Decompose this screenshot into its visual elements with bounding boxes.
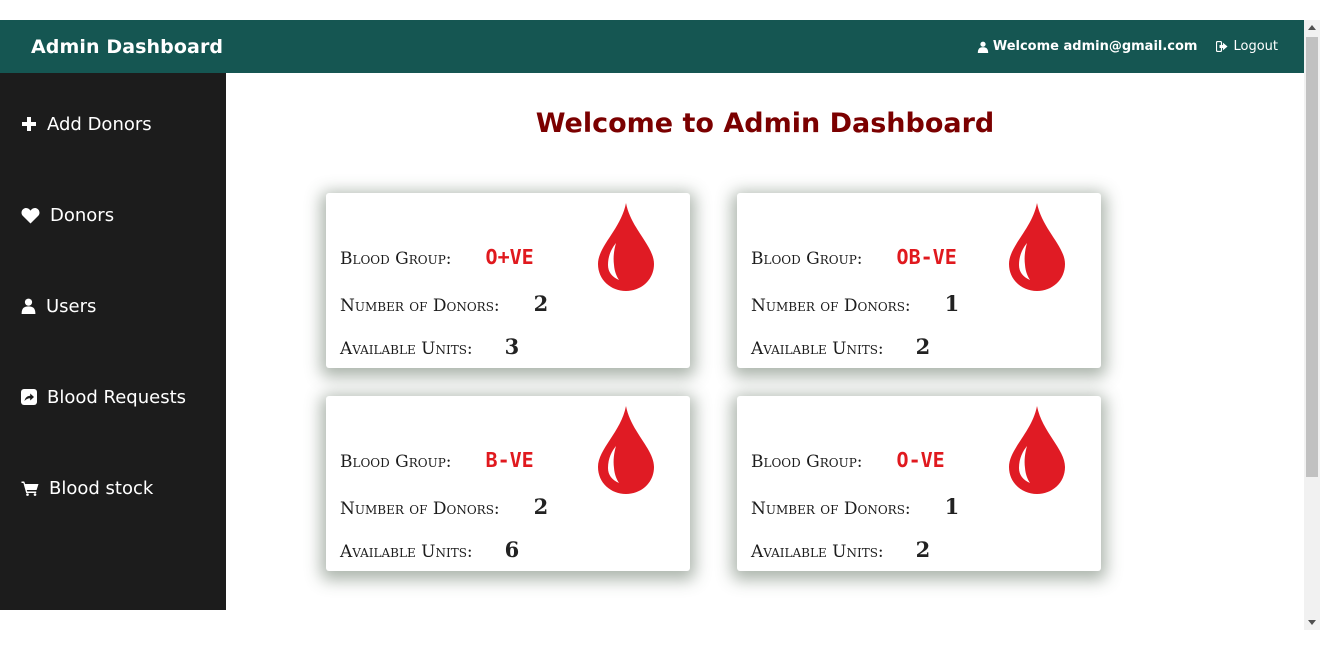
sidebar-item-blood-requests[interactable]: Blood Requests: [21, 382, 186, 412]
blood-drop-icon: [598, 203, 654, 291]
logout-label: Logout: [1233, 39, 1278, 54]
sidebar-item-add-donors[interactable]: Add Donors: [21, 109, 152, 139]
donors-row: Number of Donors: 2: [340, 291, 548, 316]
units-label: Available Units:: [751, 542, 884, 562]
blood-group-label: Blood Group:: [340, 452, 452, 472]
units-value: 3: [504, 334, 520, 359]
donors-row: Number of Donors: 1: [751, 291, 959, 316]
donors-label: Number of Donors:: [340, 296, 500, 316]
donors-label: Number of Donors:: [751, 296, 911, 316]
units-row: Available Units: 6: [340, 537, 519, 562]
sidebar-item-label: Blood stock: [49, 477, 154, 499]
units-value: 2: [915, 537, 931, 562]
blood-drop-icon: [1009, 203, 1065, 291]
blood-group-value: B-VE: [485, 448, 534, 472]
sidebar-item-label: Users: [46, 295, 97, 317]
scroll-down-arrow-icon[interactable]: [1308, 620, 1316, 625]
sidebar-item-label: Add Donors: [47, 113, 152, 135]
blood-drop-icon: [1009, 406, 1065, 494]
share-square-icon: [21, 389, 37, 405]
sidebar-item-label: Donors: [50, 204, 115, 226]
units-label: Available Units:: [340, 339, 473, 359]
blood-group-row: Blood Group: OB-VE: [751, 245, 957, 269]
heart-icon: [21, 207, 40, 223]
welcome-user[interactable]: Welcome admin@gmail.com: [977, 39, 1198, 54]
brand-title: Admin Dashboard: [31, 35, 224, 58]
donors-label: Number of Donors:: [751, 499, 911, 519]
top-navbar: Admin Dashboard Welcome admin@gmail.com …: [0, 20, 1304, 73]
sidebar-item-label: Blood Requests: [47, 386, 187, 408]
units-row: Available Units: 2: [751, 334, 930, 359]
blood-group-value: O+VE: [485, 245, 534, 269]
navbar-right: Welcome admin@gmail.com Logout: [977, 39, 1278, 54]
blood-drop-icon: [598, 406, 654, 494]
blood-group-card: Blood Group: O+VE Number of Donors: 2 Av…: [326, 193, 690, 368]
donors-value: 1: [944, 291, 960, 316]
units-value: 6: [504, 537, 520, 562]
scroll-thumb[interactable]: [1306, 37, 1318, 477]
blood-group-row: Blood Group: O-VE: [751, 448, 945, 472]
blood-group-card: Blood Group: B-VE Number of Donors: 2 Av…: [326, 396, 690, 571]
donors-row: Number of Donors: 2: [340, 494, 548, 519]
sidebar-item-donors[interactable]: Donors: [21, 200, 114, 230]
blood-group-value: O-VE: [896, 448, 945, 472]
blood-group-card: Blood Group: OB-VE Number of Donors: 1 A…: [737, 193, 1101, 368]
donors-label: Number of Donors:: [340, 499, 500, 519]
units-row: Available Units: 3: [340, 334, 519, 359]
donors-value: 2: [533, 291, 549, 316]
user-icon: [21, 298, 36, 314]
units-value: 2: [915, 334, 931, 359]
logout-icon: [1216, 41, 1228, 52]
logout-link[interactable]: Logout: [1216, 39, 1278, 54]
blood-group-label: Blood Group:: [751, 452, 863, 472]
blood-group-row: Blood Group: B-VE: [340, 448, 534, 472]
page-scrollbar[interactable]: [1304, 20, 1320, 630]
shopping-cart-icon: [21, 481, 39, 496]
scroll-up-arrow-icon[interactable]: [1308, 25, 1316, 30]
donors-value: 2: [533, 494, 549, 519]
units-label: Available Units:: [751, 339, 884, 359]
donors-value: 1: [944, 494, 960, 519]
blood-group-row: Blood Group: O+VE: [340, 245, 534, 269]
blood-group-value: OB-VE: [896, 245, 957, 269]
sidebar-item-blood-stock[interactable]: Blood stock: [21, 473, 153, 503]
plus-icon: [22, 117, 36, 131]
units-row: Available Units: 2: [751, 537, 930, 562]
user-icon: [977, 41, 989, 53]
blood-group-label: Blood Group:: [751, 249, 863, 269]
sidebar-item-users[interactable]: Users: [21, 291, 96, 321]
sidebar: Add Donors Donors Users Blood Requests B…: [0, 73, 226, 610]
blood-group-label: Blood Group:: [340, 249, 452, 269]
blood-group-card: Blood Group: O-VE Number of Donors: 1 Av…: [737, 396, 1101, 571]
page-title: Welcome to Admin Dashboard: [535, 108, 995, 139]
welcome-text: Welcome admin@gmail.com: [992, 39, 1198, 54]
units-label: Available Units:: [340, 542, 473, 562]
donors-row: Number of Donors: 1: [751, 494, 959, 519]
